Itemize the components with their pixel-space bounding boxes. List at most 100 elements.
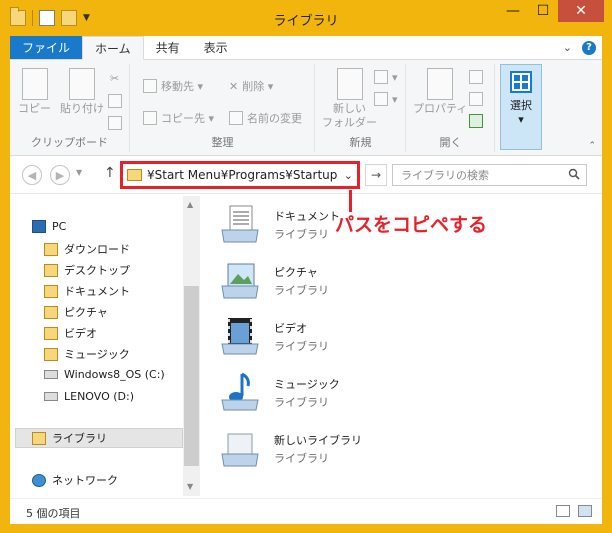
nav-item-videos[interactable]: ビデオ (44, 325, 97, 341)
properties-label: プロパティ (413, 102, 468, 115)
new-folder-icon (336, 68, 363, 100)
file-type: ライブラリ (274, 284, 329, 297)
forward-button[interactable]: ▶ (50, 165, 70, 185)
move-to-label: 移動先 ▾ (161, 80, 204, 93)
paste-button[interactable]: 貼り付け (60, 68, 104, 116)
select-button[interactable]: 選択 ▾ (500, 64, 542, 150)
open-icon[interactable] (469, 70, 487, 84)
music-folder-icon (44, 347, 58, 361)
copy-to-label: コピー先 ▾ (161, 112, 215, 125)
downloads-folder-icon (44, 242, 58, 256)
new-library-icon (221, 433, 259, 467)
drive-icon (44, 392, 58, 401)
copy-path-icon[interactable] (108, 94, 126, 108)
cut-icon[interactable]: ✂ (110, 72, 119, 85)
windows-drive-icon (44, 370, 58, 379)
search-placeholder: ライブラリの検索 (401, 169, 489, 182)
up-button[interactable]: ↑ (104, 165, 116, 181)
open-group: プロパティ 開く (407, 64, 495, 152)
address-path[interactable]: ¥Start Menu¥Programs¥Startup (147, 168, 344, 182)
history-icon[interactable] (469, 114, 487, 128)
select-dropdown-icon: ▾ (518, 113, 524, 126)
nav-item-label: ドキュメント (64, 285, 130, 298)
rename-button[interactable]: 名前の変更 (229, 110, 302, 126)
new-folder-button[interactable]: 新しい フォルダー (322, 68, 377, 130)
minimize-button[interactable]: — (498, 0, 528, 22)
list-item-videos[interactable]: ビデオ ライブラリ (218, 314, 329, 358)
go-button[interactable]: → (365, 164, 387, 186)
search-icon[interactable] (568, 168, 580, 180)
easy-access-box (374, 92, 388, 106)
tab-view[interactable]: 表示 (192, 36, 240, 59)
nav-item-label: ビデオ (64, 327, 97, 340)
scroll-down-icon[interactable]: ▼ (187, 482, 193, 491)
tab-share[interactable]: 共有 (144, 36, 192, 59)
select-icon (510, 71, 532, 93)
address-bar[interactable]: ¥Start Menu¥Programs¥Startup ⌄ (120, 161, 360, 189)
nav-item-libraries[interactable]: ライブラリ (15, 428, 183, 448)
search-input[interactable]: ライブラリの検索 (392, 164, 587, 186)
easy-access-icon[interactable]: ▾ (374, 92, 398, 106)
navigation-bar: ◀ ▶ ▼ ↑ ¥Start Menu¥Programs¥Startup ⌄ →… (10, 156, 602, 194)
list-item-music[interactable]: ミュージック ライブラリ (218, 370, 340, 414)
address-dropdown-icon[interactable]: ⌄ (344, 169, 357, 182)
rename-icon (229, 111, 243, 125)
nav-item-drive-d[interactable]: LENOVO (D:) (44, 390, 134, 403)
new-folder-label-2: フォルダー (322, 116, 377, 129)
music-library-icon (221, 372, 259, 411)
delete-button[interactable]: ✕ 削除 ▾ (229, 78, 273, 94)
details-view-icon[interactable] (556, 505, 570, 517)
nav-item-label: デスクトップ (64, 264, 130, 277)
nav-item-pc[interactable]: PC (32, 220, 66, 233)
nav-item-label: ミュージック (64, 348, 130, 361)
nav-pane-scrollbar[interactable]: ▲ ▼ (183, 196, 200, 496)
copy-button[interactable]: コピー (18, 68, 51, 116)
nav-item-drive-c[interactable]: Windows8_OS (C:) (44, 368, 165, 381)
nav-item-pictures[interactable]: ピクチャ (44, 304, 108, 320)
tab-file[interactable]: ファイル (10, 36, 83, 59)
paste-label: 貼り付け (60, 102, 104, 115)
list-item-pictures[interactable]: ピクチャ ライブラリ (218, 258, 329, 302)
close-button[interactable]: ✕ (558, 0, 604, 22)
nav-item-label: ライブラリ (52, 432, 107, 445)
file-name: ピクチャ (274, 266, 318, 279)
move-to-button[interactable]: 移動先 ▾ (143, 78, 203, 94)
annotation-callout: パスをコピペする (335, 214, 488, 236)
folder-icon (127, 169, 142, 181)
open-group-label: 開く (439, 136, 462, 149)
network-icon (32, 473, 46, 487)
paste-icon (69, 68, 95, 100)
nav-item-desktop[interactable]: デスクトップ (44, 262, 130, 278)
status-bar: 5 個の項目 (10, 498, 602, 524)
file-type: ライブラリ (274, 452, 329, 465)
paste-shortcut-icon[interactable] (108, 116, 126, 130)
history-box (469, 114, 483, 128)
scroll-up-icon[interactable]: ▲ (187, 200, 193, 209)
nav-item-label: PC (52, 220, 67, 233)
nav-item-network[interactable]: ネットワーク (32, 472, 118, 488)
nav-item-documents[interactable]: ドキュメント (44, 283, 130, 299)
edit-icon[interactable] (469, 92, 487, 106)
help-icon[interactable]: ? (582, 40, 596, 55)
documents-library-icon (221, 205, 259, 243)
recent-locations-dropdown-icon[interactable]: ▼ (76, 168, 82, 177)
item-count: 5 個の項目 (26, 507, 81, 520)
collapse-ribbon-icon[interactable]: ⌃ (588, 141, 596, 151)
list-item-new-library[interactable]: 新しいライブラリ ライブラリ (218, 426, 362, 470)
new-item-icon[interactable]: ▾ (374, 70, 398, 84)
list-item-documents[interactable]: ドキュメント ライブラリ (218, 202, 340, 246)
nav-item-music[interactable]: ミュージック (44, 346, 130, 362)
tab-home[interactable]: ホーム (82, 36, 144, 60)
properties-button[interactable]: プロパティ (413, 68, 467, 116)
scrollbar-thumb[interactable] (184, 286, 199, 466)
copy-to-button[interactable]: コピー先 ▾ (143, 110, 214, 126)
pc-icon (32, 220, 46, 233)
large-icons-view-icon[interactable] (578, 505, 592, 517)
nav-item-downloads[interactable]: ダウンロード (44, 241, 130, 257)
back-button[interactable]: ◀ (22, 165, 42, 185)
expand-ribbon-icon[interactable]: ⌄ (563, 41, 572, 54)
title-bar: ▼ ライブラリ — ☐ ✕ (0, 0, 612, 36)
maximize-button[interactable]: ☐ (528, 0, 558, 22)
file-type: ライブラリ (274, 228, 329, 241)
ribbon: コピー 貼り付け ✂ クリップボード 移動先 ▾ コピー先 ▾ ✕ 削除 ▾ 名前… (10, 60, 602, 156)
